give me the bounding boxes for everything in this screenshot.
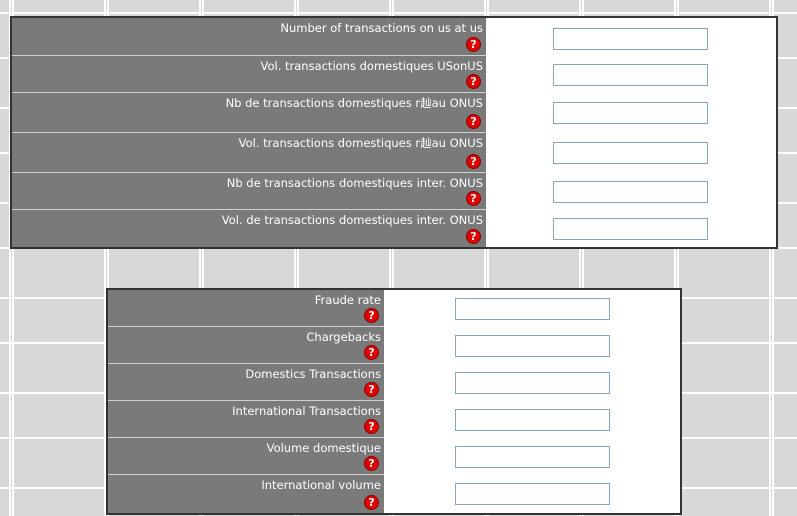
label-cell: International volume ? — [108, 475, 384, 513]
help-icon[interactable]: ? — [364, 456, 379, 471]
label-cell: Chargebacks ? — [108, 327, 384, 364]
form-row: Nb de transactions domestiques r赸au ONUS… — [12, 93, 776, 133]
label-cell: International Transactions ? — [108, 401, 384, 438]
form-row: Vol. de transactions domestiques inter. … — [12, 210, 776, 247]
nb-transactions-reseau-onus-input[interactable] — [553, 102, 708, 124]
nb-transactions-inter-onus-input[interactable] — [553, 181, 708, 203]
label-cell: Vol. de transactions domestiques inter. … — [12, 210, 486, 247]
label-cell: Nb de transactions domestiques inter. ON… — [12, 173, 486, 210]
form-row: Vol. transactions domestiques r赸au ONUS … — [12, 133, 776, 173]
help-icon[interactable]: ? — [364, 308, 379, 323]
form-row: Number of transactions on us at us ? — [12, 18, 776, 56]
label-cell: Domestics Transactions ? — [108, 364, 384, 401]
help-icon[interactable]: ? — [466, 154, 481, 169]
form-row: International Transactions ? — [108, 401, 680, 438]
form-row: Nb de transactions domestiques inter. ON… — [12, 173, 776, 210]
field-label: Vol. transactions domestiques USonUS — [260, 59, 483, 73]
international-volume-input[interactable] — [455, 483, 610, 505]
field-label: Number of transactions on us at us — [280, 21, 483, 35]
help-icon[interactable]: ? — [364, 382, 379, 397]
chargebacks-input[interactable] — [455, 335, 610, 357]
field-label: Fraude rate — [314, 293, 381, 307]
field-label: Vol. de transactions domestiques inter. … — [221, 213, 483, 227]
transactions-form-panel: Number of transactions on us at us ? Vol… — [10, 16, 778, 249]
help-icon[interactable]: ? — [364, 495, 379, 510]
field-label: International volume — [261, 478, 381, 492]
label-cell: Nb de transactions domestiques r赸au ONUS… — [12, 93, 486, 133]
form-row: Fraude rate ? — [108, 290, 680, 327]
form-row: Chargebacks ? — [108, 327, 680, 364]
domestics-transactions-input[interactable] — [455, 372, 610, 394]
label-cell: Vol. transactions domestiques r赸au ONUS … — [12, 133, 486, 173]
vol-transactions-inter-onus-input[interactable] — [553, 218, 708, 240]
field-label: Vol. transactions domestiques r赸au ONUS — [238, 136, 483, 150]
vol-transactions-usonus-input[interactable] — [553, 64, 708, 86]
form-row: International volume ? — [108, 475, 680, 513]
field-label: Nb de transactions domestiques inter. ON… — [226, 176, 483, 190]
help-icon[interactable]: ? — [364, 419, 379, 434]
help-icon[interactable]: ? — [466, 37, 481, 52]
label-cell: Vol. transactions domestiques USonUS ? — [12, 56, 486, 93]
help-icon[interactable]: ? — [364, 345, 379, 360]
form-row: Volume domestique ? — [108, 438, 680, 475]
form-row: Vol. transactions domestiques USonUS ? — [12, 56, 776, 93]
field-label: Domestics Transactions — [245, 367, 381, 381]
help-icon[interactable]: ? — [466, 74, 481, 89]
form-row: Domestics Transactions ? — [108, 364, 680, 401]
label-cell: Fraude rate ? — [108, 290, 384, 327]
field-label: Nb de transactions domestiques r赸au ONUS — [225, 96, 483, 110]
help-icon[interactable]: ? — [466, 114, 481, 129]
fraude-rate-input[interactable] — [455, 298, 610, 320]
international-transactions-input[interactable] — [455, 409, 610, 431]
field-label: Volume domestique — [266, 441, 381, 455]
field-label: International Transactions — [232, 404, 381, 418]
vol-transactions-reseau-onus-input[interactable] — [553, 142, 708, 164]
volume-domestique-input[interactable] — [455, 446, 610, 468]
rates-form-panel: Fraude rate ? Chargebacks ? Domestics Tr… — [106, 288, 682, 515]
help-icon[interactable]: ? — [466, 191, 481, 206]
label-cell: Number of transactions on us at us ? — [12, 18, 486, 56]
label-cell: Volume domestique ? — [108, 438, 384, 475]
transactions-on-us-input[interactable] — [553, 28, 708, 50]
help-icon[interactable]: ? — [466, 229, 481, 244]
field-label: Chargebacks — [306, 330, 381, 344]
